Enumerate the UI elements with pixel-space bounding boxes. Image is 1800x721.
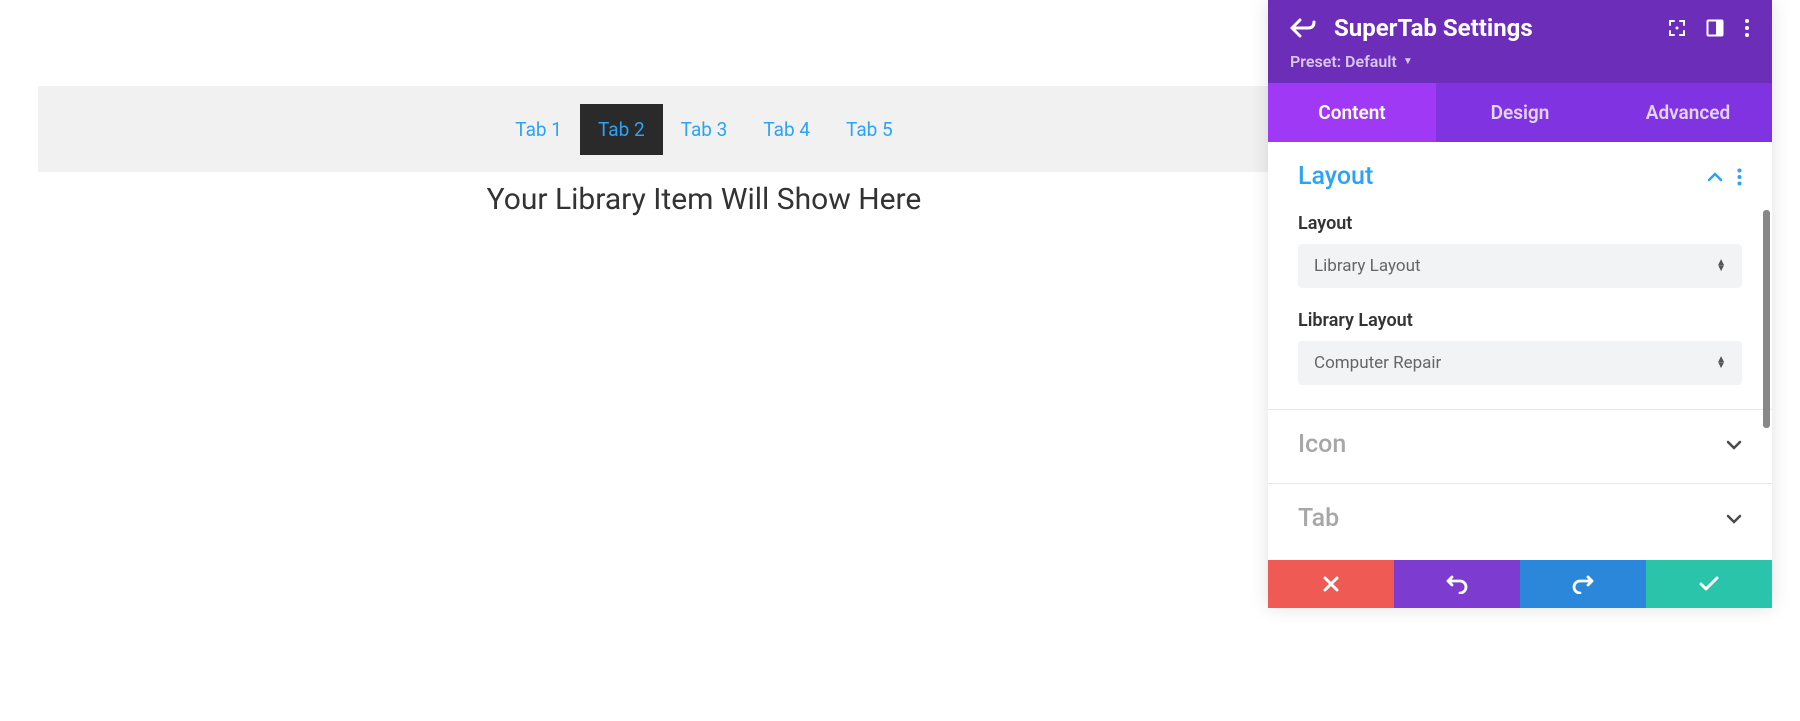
builder-canvas: Tab 1 Tab 2 Tab 3 Tab 4 Tab 5 Your Libra… [38, 86, 1370, 217]
settings-body: Layout Layout Library Layout ▲▼ [1268, 142, 1772, 560]
settings-footer [1268, 560, 1772, 608]
settings-panel: SuperTab Settings Preset: Default ▼ Cont… [1268, 0, 1772, 608]
select-arrows-icon: ▲▼ [1716, 260, 1726, 272]
select-arrows-icon: ▲▼ [1716, 357, 1726, 369]
library-placeholder-text: Your Library Item Will Show Here [38, 172, 1370, 217]
chevron-down-icon[interactable] [1726, 514, 1742, 524]
field-layout-label: Layout [1298, 213, 1742, 234]
save-button[interactable] [1646, 560, 1772, 608]
select-library-layout[interactable]: Computer Repair ▲▼ [1298, 341, 1742, 385]
tab-design[interactable]: Design [1436, 83, 1604, 142]
chevron-up-icon[interactable] [1707, 172, 1723, 182]
kebab-menu-icon[interactable] [1744, 18, 1750, 38]
field-library-layout-label: Library Layout [1298, 310, 1742, 331]
supertab-item-5[interactable]: Tab 5 [828, 104, 911, 155]
select-layout[interactable]: Library Layout ▲▼ [1298, 244, 1742, 288]
tab-content[interactable]: Content [1268, 83, 1436, 142]
tab-advanced[interactable]: Advanced [1604, 83, 1772, 142]
supertab-item-1[interactable]: Tab 1 [497, 104, 580, 155]
section-layout-title: Layout [1298, 162, 1373, 191]
select-layout-value: Library Layout [1314, 256, 1421, 276]
supertab-item-2[interactable]: Tab 2 [580, 104, 663, 155]
field-layout: Layout Library Layout ▲▼ [1298, 213, 1742, 288]
expand-icon[interactable] [1668, 19, 1686, 37]
supertab-list: Tab 1 Tab 2 Tab 3 Tab 4 Tab 5 [497, 104, 910, 155]
back-arrow-icon[interactable] [1290, 17, 1316, 39]
section-tab: Tab [1268, 484, 1772, 557]
section-tab-title: Tab [1298, 504, 1339, 533]
settings-title-row: SuperTab Settings [1290, 14, 1750, 42]
section-options-icon[interactable] [1737, 168, 1742, 186]
undo-button[interactable] [1394, 560, 1520, 608]
section-icon-title: Icon [1298, 430, 1346, 459]
close-button[interactable] [1268, 560, 1394, 608]
settings-panel-title: SuperTab Settings [1334, 14, 1654, 42]
settings-tabs: Content Design Advanced [1268, 83, 1772, 142]
select-library-layout-value: Computer Repair [1314, 353, 1441, 373]
field-library-layout: Library Layout Computer Repair ▲▼ [1298, 310, 1742, 385]
section-layout-toggle[interactable]: Layout [1298, 162, 1742, 191]
section-icon: Icon [1268, 410, 1772, 484]
section-layout: Layout Layout Library Layout ▲▼ [1268, 142, 1772, 410]
supertab-item-3[interactable]: Tab 3 [663, 104, 746, 155]
section-layout-controls [1707, 168, 1742, 186]
settings-panel-header: SuperTab Settings Preset: Default ▼ [1268, 0, 1772, 83]
supertab-item-4[interactable]: Tab 4 [745, 104, 828, 155]
redo-button[interactable] [1520, 560, 1646, 608]
section-tab-toggle[interactable]: Tab [1298, 504, 1742, 533]
preset-label: Preset: Default [1290, 52, 1397, 71]
dock-icon[interactable] [1706, 19, 1724, 37]
supertab-strip: Tab 1 Tab 2 Tab 3 Tab 4 Tab 5 [38, 86, 1370, 172]
section-icon-toggle[interactable]: Icon [1298, 430, 1742, 459]
preset-selector[interactable]: Preset: Default ▼ [1290, 52, 1413, 71]
settings-header-actions [1668, 18, 1750, 38]
scrollbar-thumb[interactable] [1763, 210, 1770, 428]
caret-down-icon: ▼ [1403, 56, 1413, 67]
chevron-down-icon[interactable] [1726, 440, 1742, 450]
